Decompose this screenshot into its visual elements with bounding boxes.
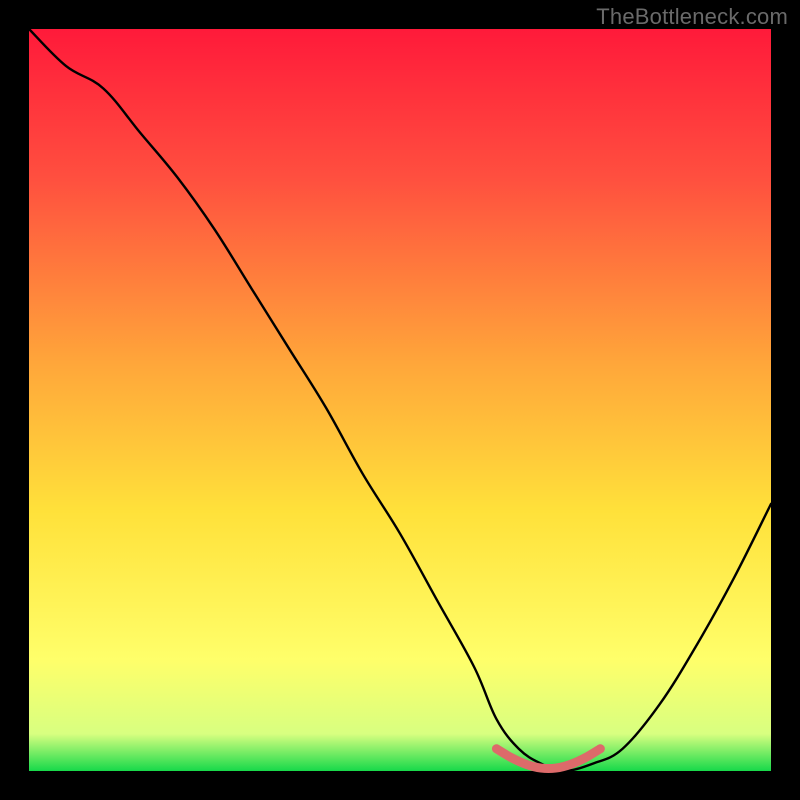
watermark-text: TheBottleneck.com bbox=[596, 4, 788, 30]
bottleneck-chart bbox=[0, 0, 800, 800]
chart-frame: TheBottleneck.com bbox=[0, 0, 800, 800]
plot-background bbox=[29, 29, 771, 771]
